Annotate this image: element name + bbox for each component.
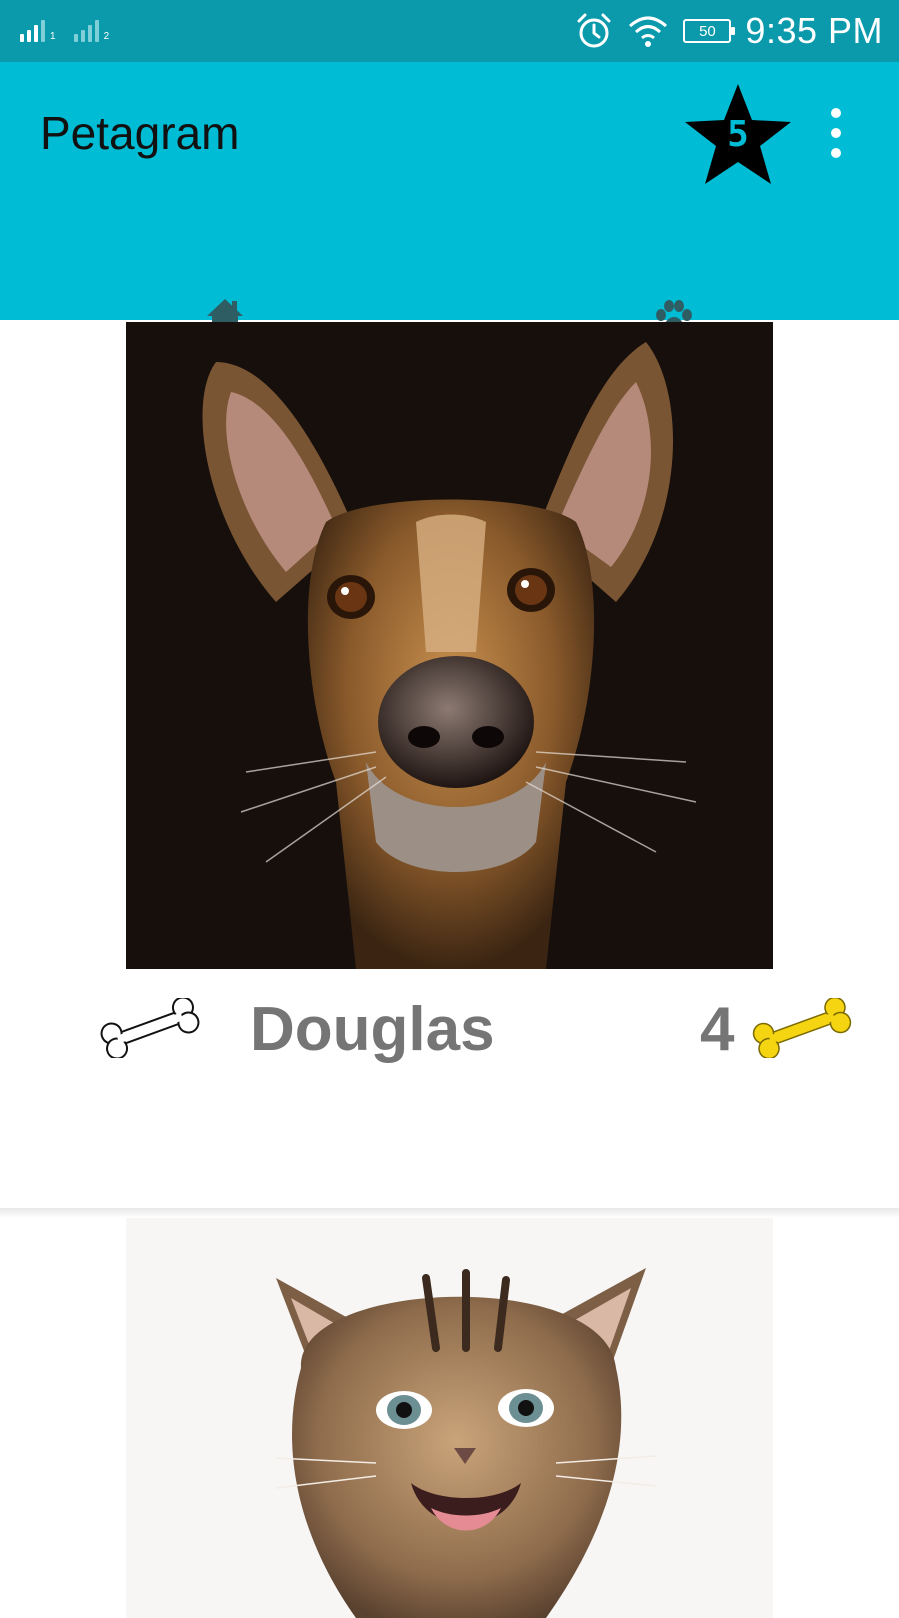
signal-icon: 1 [20, 20, 56, 42]
card-divider [0, 1208, 899, 1218]
favorites-count: 5 [683, 114, 793, 155]
like-count: 4 [700, 994, 734, 1065]
wifi-icon [627, 14, 669, 48]
alarm-icon [575, 12, 613, 50]
favorites-button[interactable]: 5 [683, 80, 793, 190]
app-title: Petagram [40, 106, 239, 160]
signal-icon: 2 [74, 20, 110, 42]
battery-level: 50 [699, 23, 716, 40]
pet-card [0, 1218, 899, 1618]
clock: 9:35 PM [745, 10, 883, 52]
bone-outline-icon[interactable] [96, 998, 204, 1058]
pet-name: Douglas [250, 994, 495, 1065]
sim-1-label: 1 [50, 32, 56, 42]
pet-meta-row: Douglas 4 [0, 982, 899, 1072]
battery-icon: 50 [683, 19, 731, 43]
app-bar: Petagram 5 [0, 62, 899, 320]
bone-filled-icon [748, 998, 856, 1058]
overflow-menu-icon[interactable] [826, 108, 846, 158]
status-bar: 1 2 50 9:35 PM [0, 0, 899, 62]
sim-2-label: 2 [104, 32, 110, 42]
dog-photo [126, 322, 773, 969]
pet-feed[interactable]: Douglas 4 [0, 322, 899, 1599]
cat-photo [126, 1218, 773, 1618]
pet-card: Douglas 4 [0, 322, 899, 1212]
signal-indicators: 1 2 [20, 20, 109, 42]
